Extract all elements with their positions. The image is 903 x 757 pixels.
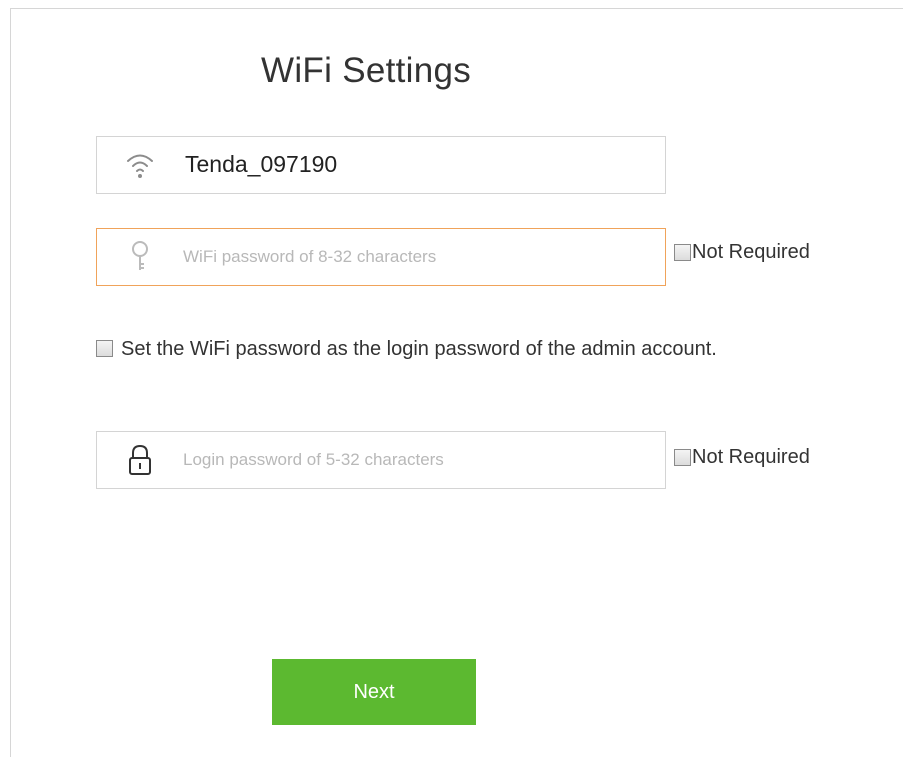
- lock-icon: [123, 442, 157, 478]
- login-password-field: [96, 431, 666, 489]
- wifi-password-not-required[interactable]: Not Required: [674, 241, 810, 264]
- wifi-password-field: [96, 228, 666, 286]
- sync-password-option[interactable]: Set the WiFi password as the login passw…: [96, 334, 776, 364]
- next-button[interactable]: Next: [272, 659, 476, 725]
- wifi-name-value: Tenda_097190: [185, 151, 338, 177]
- key-icon: [123, 239, 157, 275]
- login-password-not-required-label: Not Required: [692, 446, 810, 468]
- wifi-password-input[interactable]: [183, 241, 643, 273]
- sync-password-checkbox[interactable]: [96, 340, 113, 357]
- wifi-password-not-required-checkbox[interactable]: [674, 244, 691, 261]
- wifi-icon: [123, 147, 157, 183]
- login-password-not-required[interactable]: Not Required: [674, 446, 810, 469]
- sync-password-label: Set the WiFi password as the login passw…: [121, 338, 717, 360]
- page-title: WiFi Settings: [261, 51, 472, 90]
- login-password-input[interactable]: [183, 444, 643, 476]
- login-password-not-required-checkbox[interactable]: [674, 449, 691, 466]
- settings-panel: WiFi Settings: [10, 8, 903, 757]
- wifi-name-field[interactable]: Tenda_097190: [96, 136, 666, 194]
- wifi-password-not-required-label: Not Required: [692, 241, 810, 263]
